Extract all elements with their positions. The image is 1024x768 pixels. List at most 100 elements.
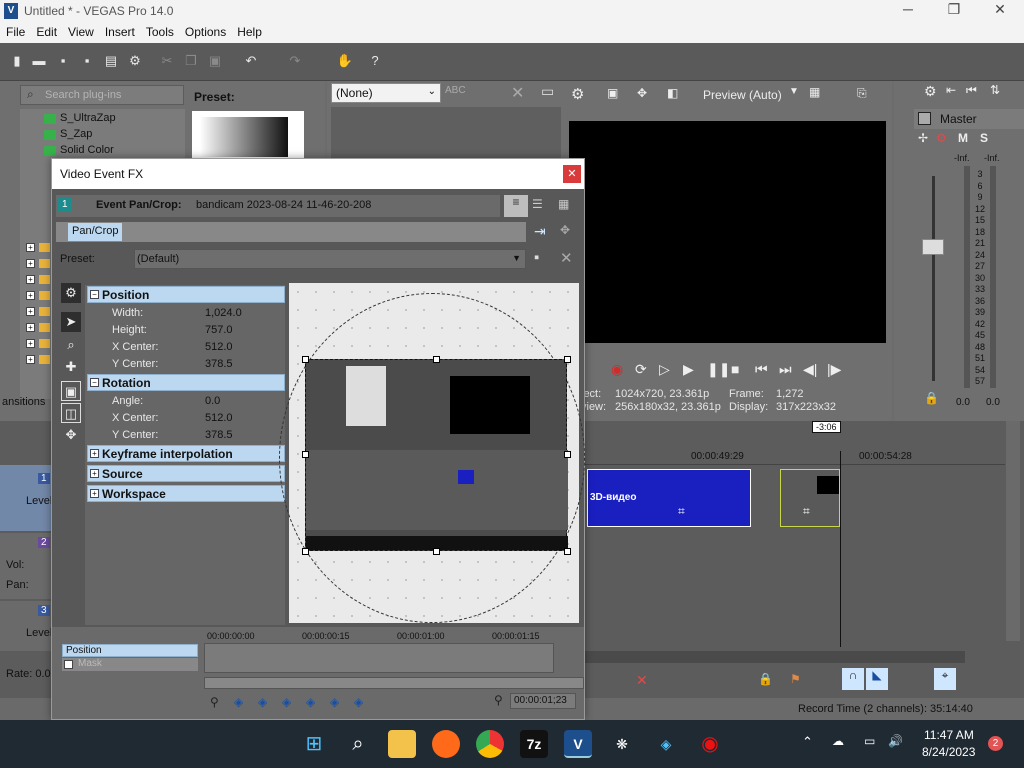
prop-row-y-center[interactable]: Y Center: 378.5 [87, 356, 285, 373]
play-button[interactable]: ▶ [683, 361, 694, 378]
prop-row-rot-x-center[interactable]: X Center: 512.0 [87, 410, 285, 427]
save-preset-icon[interactable]: ▪ [534, 249, 539, 266]
kf-scrollbar[interactable] [204, 677, 584, 689]
cut-icon[interactable]: ✂ [158, 52, 176, 70]
mute-button[interactable]: M [958, 131, 968, 145]
file-explorer-icon[interactable] [388, 730, 416, 758]
taskbar-time[interactable]: 11:47 AM [924, 728, 974, 742]
section-workspace[interactable]: + Workspace [87, 485, 285, 502]
menu-edit[interactable]: Edit [30, 23, 62, 39]
resize-handle-nw[interactable] [302, 356, 309, 363]
open-folder-icon[interactable]: ▬ [30, 52, 48, 70]
plugin-item[interactable]: S_UltraZap [44, 112, 116, 124]
section-rotation[interactable]: − Rotation [87, 374, 285, 391]
stop-button[interactable]: ■ [731, 361, 739, 377]
menu-view[interactable]: View [62, 23, 99, 39]
menu-tools[interactable]: Tools [140, 23, 179, 39]
fx-preset-dropdown[interactable]: (None) ⌄ [331, 83, 441, 103]
prop-row-width[interactable]: Width: 1,024.0 [87, 305, 285, 322]
last-keyframe-icon[interactable]: ◈ [354, 695, 363, 709]
preset-dropdown[interactable]: (Default) ▼ [134, 249, 526, 269]
pan-crop-tab[interactable]: Pan/Crop [68, 223, 123, 241]
prop-row-rot-y-center[interactable]: Y Center: 378.5 [87, 427, 285, 444]
track-header-2[interactable]: 2 Vol: Pan: [0, 533, 52, 599]
maintain-aspect-icon[interactable]: ◫ [61, 403, 81, 423]
resize-handle-e[interactable] [564, 451, 571, 458]
enable-snapping-icon[interactable]: ▣ [61, 381, 81, 401]
lock-to-envelopes-icon[interactable]: ⚲ [210, 695, 219, 709]
tree-folder[interactable]: + [26, 354, 52, 366]
solo-button[interactable]: S [980, 131, 988, 145]
preview-compare-icon[interactable]: ◧ [667, 86, 678, 100]
notification-badge[interactable]: 2 [988, 736, 1003, 751]
tree-folder[interactable]: + [26, 258, 52, 270]
transitions-tab[interactable]: ansitions [2, 396, 45, 408]
zoom-icon[interactable]: ⌕ [61, 335, 81, 355]
cube-app-icon[interactable]: ◈ [652, 730, 680, 758]
window-icon[interactable]: ▭ [541, 83, 554, 100]
delete-keyframe-icon[interactable]: ◈ [306, 695, 315, 709]
copy-snapshot-icon[interactable]: ⎘ [857, 86, 867, 101]
overlays-grid-icon[interactable]: ▦ [809, 85, 820, 99]
minimize-button[interactable]: ─ [886, 1, 930, 21]
kf-track-mask[interactable]: Mask [62, 658, 198, 671]
pan-crop-workspace[interactable] [279, 283, 585, 623]
taskbar-date[interactable]: 8/24/2023 [922, 745, 975, 759]
mixer-downmix-icon[interactable]: ⇅ [990, 83, 1000, 97]
selection-edit-icon[interactable]: ⌖ [934, 668, 956, 690]
vertical-scrollbar[interactable] [1006, 421, 1020, 641]
tray-volume-icon[interactable]: 🔊 [888, 734, 903, 748]
play-from-start-icon[interactable]: ▷ [659, 361, 670, 378]
mixer-arrow-icon[interactable]: ⇤ [946, 83, 956, 97]
move-freely-icon[interactable]: ✥ [61, 425, 81, 445]
7zip-icon[interactable]: 7z [520, 730, 548, 758]
properties-gear-icon[interactable]: ⚙ [126, 52, 144, 70]
prop-row-angle[interactable]: Angle: 0.0 [87, 393, 285, 410]
pan-crop-icon[interactable]: ⌗ [803, 504, 810, 519]
next-frame-icon[interactable]: |▶ [827, 361, 841, 378]
preview-split-icon[interactable]: ▣ [607, 86, 618, 100]
lock-icon[interactable]: 🔒 [758, 672, 773, 686]
delete-preset-icon[interactable]: ✕ [560, 249, 573, 267]
preview-move-icon[interactable]: ✥ [637, 86, 647, 100]
firefox-icon[interactable] [432, 730, 460, 758]
enable-snapping-icon[interactable]: ✋ [336, 52, 354, 70]
resize-handle-ne[interactable] [564, 356, 571, 363]
marker-icon[interactable]: ⚑ [790, 672, 801, 686]
tray-network-icon[interactable]: ▭ [864, 734, 875, 748]
tree-folder[interactable]: + [26, 306, 52, 318]
menu-insert[interactable]: Insert [99, 23, 140, 39]
resize-handle-n[interactable] [433, 356, 440, 363]
section-position[interactable]: − Position [87, 286, 285, 303]
playhead[interactable] [840, 451, 841, 647]
mixer-input-icon[interactable]: ⏮ [966, 83, 977, 98]
preview-settings-gear-icon[interactable]: ⚙ [571, 85, 584, 103]
video-clip[interactable]: 3D-видео ⌗ [587, 469, 751, 527]
whats-this-help-icon[interactable]: ? [366, 52, 384, 70]
normal-edit-cursor-icon[interactable]: ➤ [61, 312, 81, 332]
plugin-item[interactable]: Solid Color [44, 144, 114, 156]
loop-playback-icon[interactable]: ⟳ [635, 361, 647, 378]
resize-handle-se[interactable] [564, 548, 571, 555]
track-header-3[interactable]: 3 Level [0, 601, 52, 651]
first-keyframe-icon[interactable]: ◈ [234, 695, 243, 709]
tree-folder[interactable]: + [26, 338, 52, 350]
auto-ripple-icon[interactable]: ◣ [866, 668, 888, 690]
start-windows-icon[interactable]: ⊞ [300, 730, 328, 758]
mixer-gear-icon[interactable]: ⚙ [924, 83, 937, 100]
tree-folder[interactable]: + [26, 322, 52, 334]
plugin-item[interactable]: S_Zap [44, 128, 92, 140]
save-as-icon[interactable]: ▪ [78, 52, 96, 70]
render-icon[interactable]: ▤ [102, 52, 120, 70]
create-keyframe-icon[interactable]: ◈ [282, 695, 291, 709]
section-source[interactable]: + Source [87, 465, 285, 482]
dialog-close-button[interactable]: ✕ [563, 165, 581, 183]
fx-plug-in-chooser-icon[interactable]: ✥ [560, 223, 570, 237]
resize-handle-sw[interactable] [302, 548, 309, 555]
undo-icon[interactable]: ↶ [242, 52, 260, 70]
fx-plug-icon[interactable]: ✢ [918, 131, 928, 145]
preview-quality-dropdown[interactable]: Preview (Auto) [703, 88, 782, 102]
tray-cloud-icon[interactable]: ☁ [832, 734, 844, 748]
kf-track-position[interactable]: Position [62, 644, 198, 657]
menu-help[interactable]: Help [231, 23, 267, 39]
